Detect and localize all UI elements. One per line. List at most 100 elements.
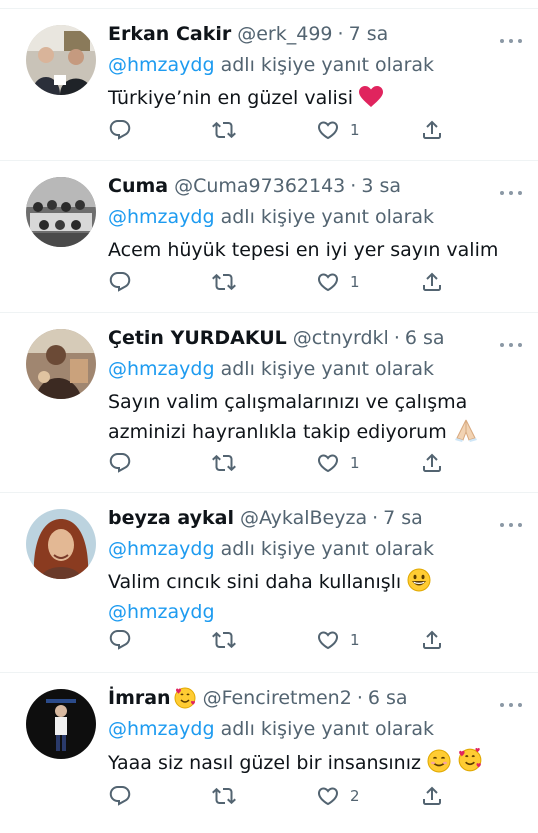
reply-button[interactable]: [108, 627, 132, 653]
tweet[interactable]: beyza aykal @AykalBeyza · 7 sa @hmzaydg …: [0, 493, 538, 673]
share-icon: [420, 784, 444, 808]
more-icon[interactable]: [500, 35, 522, 47]
reply-suffix: adlı kişiye yanıt olarak: [220, 206, 435, 228]
tweet-text-content: Türkiye’nin en güzel valisi: [108, 87, 353, 109]
like-count: 1: [350, 273, 360, 291]
reply-context: @hmzaydg adlı kişiye yanıt olarak: [108, 52, 522, 78]
heart-icon: [316, 451, 340, 475]
reply-mention-link[interactable]: @hmzaydg: [108, 538, 215, 560]
timestamp[interactable]: 6 sa: [405, 325, 445, 351]
share-button[interactable]: [420, 117, 444, 143]
avatar[interactable]: [26, 177, 96, 247]
tweet-text-content: Yaaa siz nasıl güzel bir insansınız: [108, 752, 421, 774]
retweet-icon: [212, 118, 236, 142]
avatar[interactable]: [26, 25, 96, 95]
reply-mention-link[interactable]: @hmzaydg: [108, 718, 215, 740]
user-handle[interactable]: @erk_499: [237, 21, 332, 47]
tweet[interactable]: İmran @Fenciretmen2 · 6 sa @hmzaydg adlı…: [0, 673, 538, 833]
timestamp[interactable]: 7 sa: [383, 505, 423, 531]
like-button[interactable]: 1: [316, 269, 360, 295]
tweet-text-line: Valim cıncık sini daha kullanışlı: [108, 571, 402, 593]
user-handle[interactable]: @Cuma97362143: [174, 173, 345, 199]
retweet-button[interactable]: [212, 117, 236, 143]
heart-icon: [316, 784, 340, 808]
reply-context: @hmzaydg adlı kişiye yanıt olarak: [108, 204, 522, 230]
reply-button[interactable]: [108, 450, 132, 476]
avatar[interactable]: [26, 689, 96, 759]
share-button[interactable]: [420, 450, 444, 476]
display-name[interactable]: İmran: [108, 685, 171, 711]
like-button[interactable]: 1: [316, 627, 360, 653]
retweet-button[interactable]: [212, 627, 236, 653]
separator-dot: ·: [337, 23, 344, 45]
tweet-text: Türkiye’nin en güzel valisi: [108, 83, 522, 113]
like-count: 1: [350, 631, 360, 649]
heart-icon: [316, 628, 340, 652]
avatar[interactable]: [26, 509, 96, 579]
like-count: 1: [350, 121, 360, 139]
tweet[interactable]: Cuma @Cuma97362143 · 3 sa @hmzaydg adlı …: [0, 161, 538, 313]
separator-dot: ·: [393, 327, 400, 349]
like-button[interactable]: 1: [316, 450, 360, 476]
grinning-face-emoji-icon: [407, 568, 431, 592]
like-button[interactable]: 2: [316, 783, 360, 809]
smiling-face-with-hearts-emoji-icon: [458, 747, 482, 772]
user-handle[interactable]: @ctnyrdkl: [293, 325, 389, 351]
reply-mention-link[interactable]: @hmzaydg: [108, 206, 215, 228]
user-handle[interactable]: @Fenciretmen2: [203, 685, 352, 711]
user-handle[interactable]: @AykalBeyza: [240, 505, 367, 531]
folded-hands-emoji-icon: [454, 419, 477, 442]
reply-mention-link[interactable]: @hmzaydg: [108, 358, 215, 380]
reply-mention-link[interactable]: @hmzaydg: [108, 54, 215, 76]
reply-button[interactable]: [108, 783, 132, 809]
share-icon: [420, 270, 444, 294]
reply-icon: [108, 628, 132, 652]
tweet-actions: 1: [108, 627, 448, 653]
more-icon[interactable]: [500, 187, 522, 199]
tweet[interactable]: Erkan Cakir @erk_499 · 7 sa @hmzaydg adl…: [0, 9, 538, 161]
like-count: 1: [350, 454, 360, 472]
display-name[interactable]: Erkan Cakir: [108, 21, 231, 47]
more-icon[interactable]: [500, 699, 522, 711]
display-name[interactable]: beyza aykal: [108, 505, 234, 531]
separator-dot: ·: [372, 507, 379, 529]
tweet-actions: 1: [108, 450, 448, 476]
retweet-button[interactable]: [212, 783, 236, 809]
retweet-button[interactable]: [212, 450, 236, 476]
display-name[interactable]: Çetin YURDAKUL: [108, 325, 287, 351]
top-divider: [0, 0, 538, 9]
tweet[interactable]: Çetin YURDAKUL @ctnyrdkl · 6 sa @hmzaydg…: [0, 313, 538, 493]
reply-icon: [108, 118, 132, 142]
retweet-icon: [212, 628, 236, 652]
timestamp[interactable]: 7 sa: [349, 21, 389, 47]
timestamp[interactable]: 6 sa: [368, 685, 408, 711]
more-icon[interactable]: [500, 519, 522, 531]
reply-suffix: adlı kişiye yanıt olarak: [220, 54, 435, 76]
reply-button[interactable]: [108, 117, 132, 143]
retweet-icon: [212, 784, 236, 808]
retweet-button[interactable]: [212, 269, 236, 295]
avatar[interactable]: [26, 329, 96, 399]
like-button[interactable]: 1: [316, 117, 360, 143]
smiling-face-emoji-icon: [427, 749, 451, 773]
tweet-mention-link[interactable]: @hmzaydg: [108, 597, 522, 627]
display-name[interactable]: Cuma: [108, 173, 168, 199]
retweet-icon: [212, 451, 236, 475]
reply-suffix: adlı kişiye yanıt olarak: [220, 358, 435, 380]
share-icon: [420, 451, 444, 475]
reply-suffix: adlı kişiye yanıt olarak: [220, 718, 435, 740]
timestamp[interactable]: 3 sa: [361, 173, 401, 199]
share-icon: [420, 628, 444, 652]
more-icon[interactable]: [500, 339, 522, 351]
share-button[interactable]: [420, 783, 444, 809]
reply-suffix: adlı kişiye yanıt olarak: [220, 538, 435, 560]
tweet-text: Yaaa siz nasıl güzel bir insansınız: [108, 747, 522, 778]
separator-dot: ·: [356, 687, 363, 709]
reply-context: @hmzaydg adlı kişiye yanıt olarak: [108, 716, 522, 742]
tweet-actions: 1: [108, 117, 448, 143]
share-button[interactable]: [420, 269, 444, 295]
share-button[interactable]: [420, 627, 444, 653]
tweet-text: Acem hüyük tepesi en iyi yer sayın valim: [108, 239, 499, 261]
reply-button[interactable]: [108, 269, 132, 295]
red-heart-emoji-icon: [359, 86, 384, 107]
